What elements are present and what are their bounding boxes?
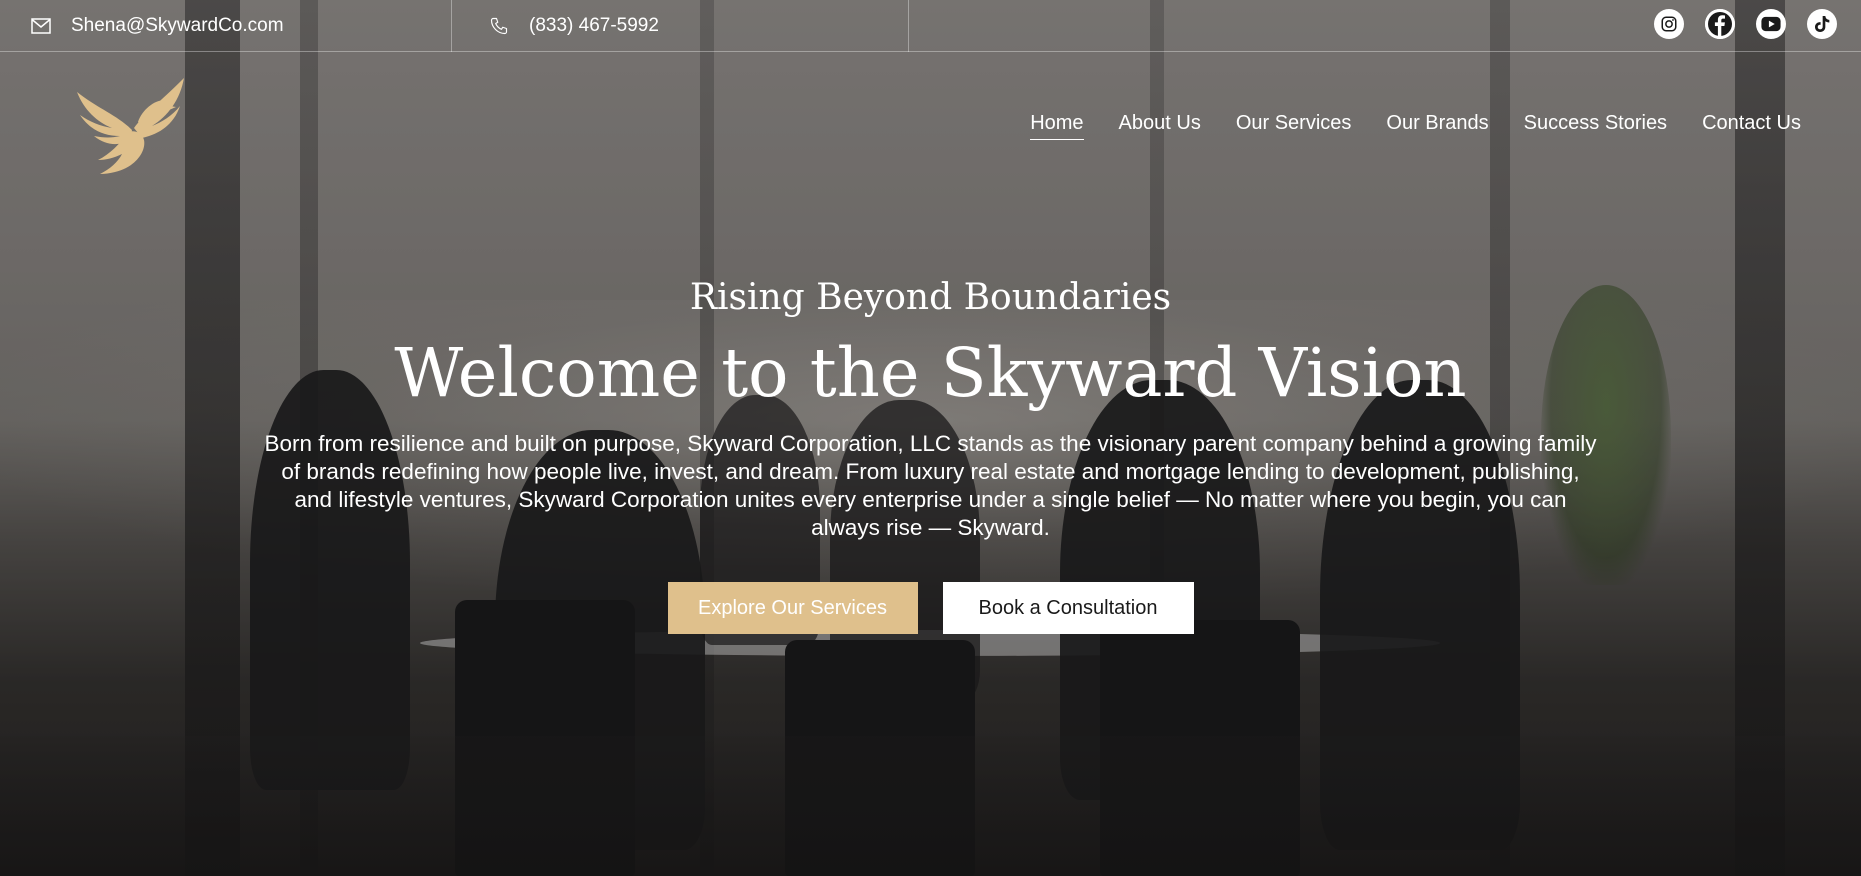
book-consultation-button[interactable]: Book a Consultation	[942, 582, 1194, 634]
facebook-icon[interactable]	[1705, 9, 1735, 39]
social-links	[1654, 9, 1837, 39]
nav-our-services[interactable]: Our Services	[1236, 112, 1352, 140]
mail-icon	[30, 15, 52, 37]
youtube-icon[interactable]	[1756, 9, 1786, 39]
instagram-icon[interactable]	[1654, 9, 1684, 39]
nav-contact-us[interactable]: Contact Us	[1702, 112, 1801, 140]
tiktok-icon[interactable]	[1807, 9, 1837, 39]
nav-our-brands[interactable]: Our Brands	[1386, 112, 1488, 140]
main-navigation: Home About Us Our Services Our Brands Su…	[1030, 112, 1801, 140]
nav-about-us[interactable]: About Us	[1119, 112, 1201, 140]
hero-headline: Welcome to the Skyward Vision	[394, 334, 1467, 412]
explore-services-button[interactable]: Explore Our Services	[667, 582, 918, 634]
email-link[interactable]: Shena@SkywardCo.com	[71, 15, 284, 37]
topbar-divider	[451, 0, 452, 52]
hero-cta-group: Explore Our Services Book a Consultation	[0, 582, 1861, 634]
topbar-divider	[908, 0, 909, 52]
email-contact[interactable]: Shena@SkywardCo.com	[30, 0, 284, 52]
phone-contact[interactable]: (833) 467-5992	[488, 0, 659, 52]
phoenix-bird-logo[interactable]	[72, 70, 192, 180]
nav-home[interactable]: Home	[1030, 112, 1084, 140]
nav-success-stories[interactable]: Success Stories	[1524, 112, 1667, 140]
phone-icon	[488, 15, 510, 37]
hero-section: Rising Beyond Boundaries Welcome to the …	[0, 270, 1861, 634]
phone-link[interactable]: (833) 467-5992	[529, 15, 659, 37]
hero-tagline: Rising Beyond Boundaries	[689, 277, 1172, 318]
top-contact-bar: Shena@SkywardCo.com (833) 467-5992	[0, 0, 1861, 52]
hero-intro-text: Born from resilience and built on purpos…	[264, 431, 1597, 540]
